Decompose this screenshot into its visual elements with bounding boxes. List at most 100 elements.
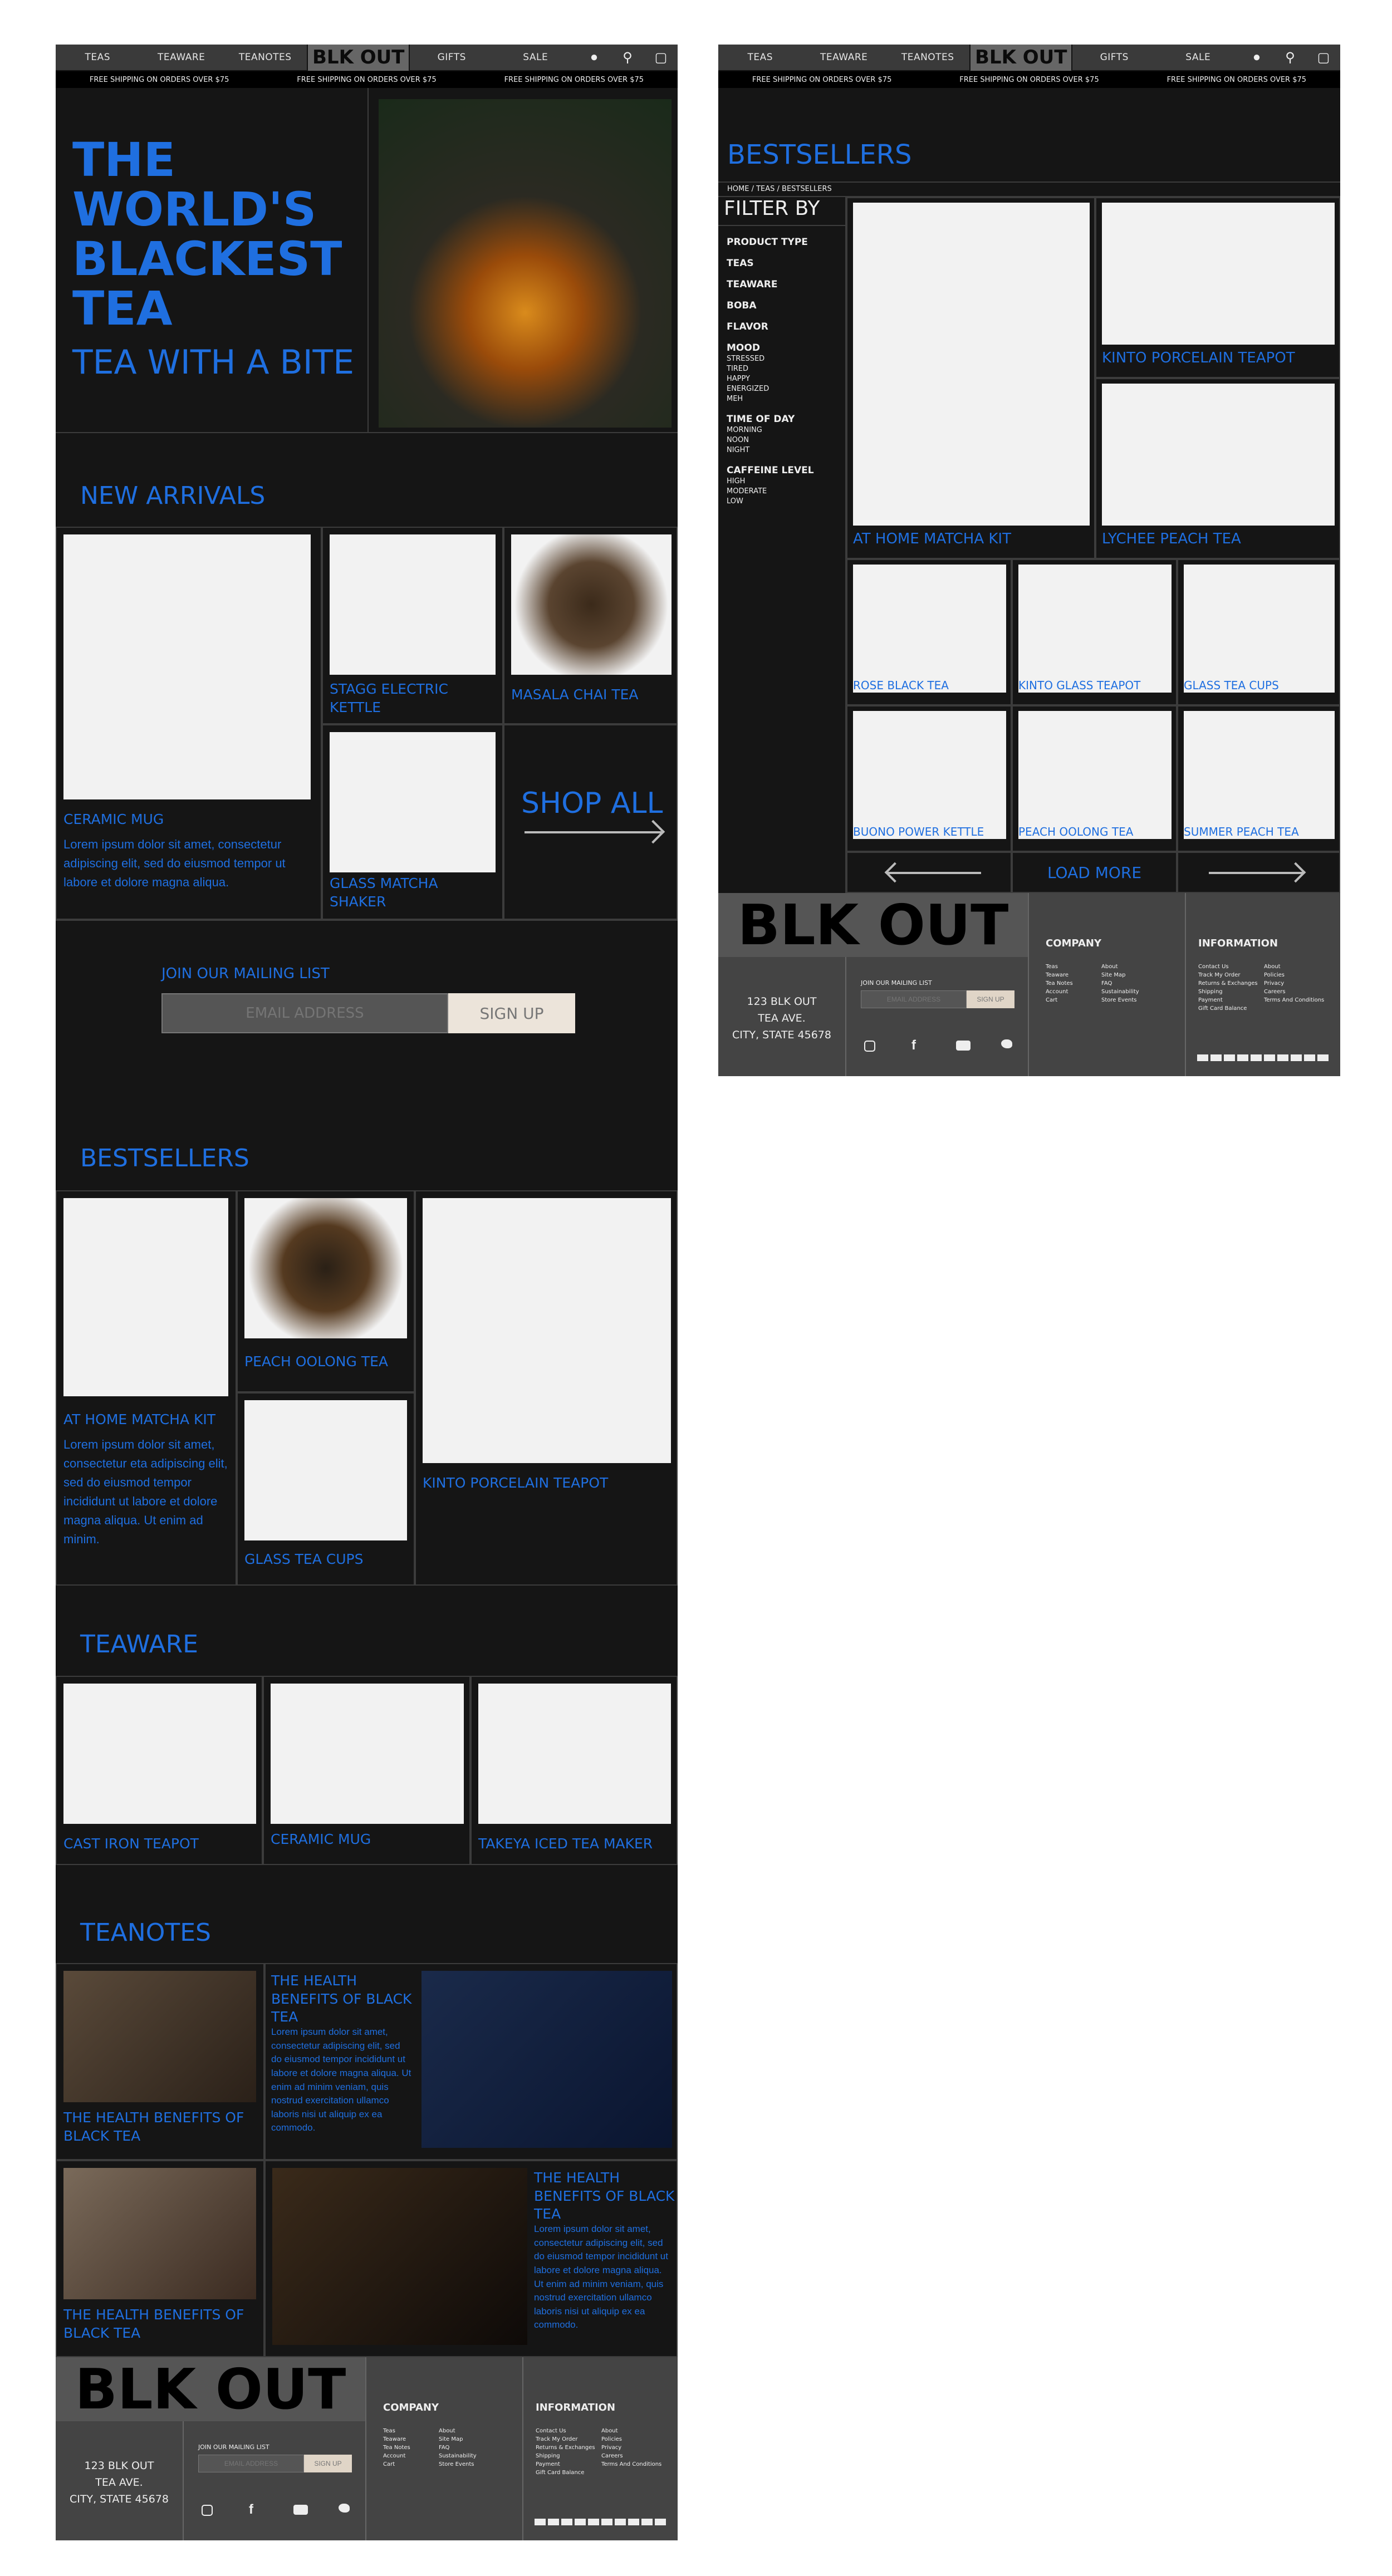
cart-icon[interactable]: ▢	[1307, 50, 1340, 66]
filter-option[interactable]: MODERATE	[727, 487, 844, 497]
nav-sale[interactable]: SALE	[494, 52, 577, 63]
nav-teanotes[interactable]: TEANOTES	[886, 52, 969, 63]
shop-all-link[interactable]: SHOP ALL	[503, 724, 678, 920]
facebook-icon[interactable]: f	[911, 1038, 916, 1053]
product-card[interactable]: TAKEYA ICED TEA MAKER	[470, 1676, 678, 1865]
footer-link[interactable]: Privacy	[1264, 979, 1324, 988]
sign-up-button[interactable]: SIGN UP	[448, 993, 575, 1033]
email-input[interactable]	[161, 993, 448, 1033]
email-input[interactable]	[861, 990, 967, 1008]
footer-link[interactable]: Payment	[1198, 996, 1258, 1004]
product-card[interactable]: BUONO POWER KETTLE	[846, 705, 1012, 852]
footer-link[interactable]: Careers	[601, 2452, 661, 2460]
product-card[interactable]: PEACH OOLONG TEA	[1012, 705, 1177, 852]
footer-link[interactable]: Track My Order	[536, 2435, 595, 2443]
twitter-icon[interactable]	[1001, 1039, 1012, 1048]
nav-gifts[interactable]: GIFTS	[410, 52, 493, 63]
instagram-icon[interactable]	[202, 2505, 213, 2516]
search-icon[interactable]: ⚲	[611, 50, 644, 66]
footer-link[interactable]: Account	[1046, 988, 1073, 996]
article-card[interactable]: THE HEALTH BENEFITS OF BLACK TEA Lorem i…	[264, 1963, 678, 2160]
nav-teaware[interactable]: TEAWARE	[802, 52, 885, 63]
filter-heading[interactable]: MOOD	[727, 342, 844, 354]
footer-link[interactable]: Sustainability	[439, 2452, 477, 2460]
article-card[interactable]: THE HEALTH BENEFITS OF BLACK TEA	[56, 1963, 264, 2160]
footer-link[interactable]: FAQ	[1101, 979, 1139, 988]
footer-link[interactable]: Teas	[383, 2427, 410, 2435]
nav-teas[interactable]: TEAS	[718, 52, 802, 63]
footer-link[interactable]: Tea Notes	[1046, 979, 1073, 988]
sign-up-button[interactable]: SIGN UP	[967, 990, 1014, 1008]
nav-gifts[interactable]: GIFTS	[1072, 52, 1156, 63]
nav-teanotes[interactable]: TEANOTES	[223, 52, 307, 63]
product-card[interactable]: CERAMIC MUG Lorem ipsum dolor sit amet, …	[56, 527, 322, 920]
product-card[interactable]: KINTO GLASS TEAPOT	[1012, 559, 1177, 705]
sign-up-button[interactable]: SIGN UP	[304, 2455, 352, 2472]
footer-link[interactable]: Tea Notes	[383, 2443, 410, 2452]
nav-logo[interactable]: BLK OUT	[969, 45, 1073, 71]
filter-option[interactable]: NIGHT	[727, 445, 844, 455]
product-card[interactable]: KINTO PORCELAIN TEAPOT	[1095, 197, 1340, 378]
youtube-icon[interactable]	[293, 2505, 308, 2515]
product-card[interactable]: MASALA CHAI TEA	[503, 527, 678, 724]
filter-option[interactable]: NOON	[727, 435, 844, 445]
footer-link[interactable]: Payment	[536, 2460, 595, 2469]
filter-heading[interactable]: TIME OF DAY	[727, 413, 844, 425]
product-card[interactable]: AT HOME MATCHA KIT Lorem ipsum dolor sit…	[56, 1190, 237, 1586]
footer-link[interactable]: Teaware	[1046, 971, 1073, 979]
footer-link[interactable]: Sustainability	[1101, 988, 1139, 996]
footer-link[interactable]: Shipping	[1198, 988, 1258, 996]
footer-link[interactable]: Terms And Conditions	[601, 2460, 661, 2469]
footer-link[interactable]: Policies	[1264, 971, 1324, 979]
product-card[interactable]: GLASS TEA CUPS	[237, 1392, 415, 1586]
product-card[interactable]: CERAMIC MUG	[263, 1676, 470, 1865]
footer-link[interactable]: Contact Us	[1198, 963, 1258, 971]
footer-link[interactable]: Teas	[1046, 963, 1073, 971]
filter-option[interactable]: LOW	[727, 497, 844, 507]
filter-option[interactable]: ENERGIZED	[727, 384, 844, 394]
account-icon[interactable]: ●	[577, 50, 611, 65]
filter-option[interactable]: TIRED	[727, 364, 844, 374]
footer-link[interactable]: Store Events	[1101, 996, 1139, 1004]
product-card[interactable]: SUMMER PEACH TEA	[1177, 705, 1340, 852]
footer-link[interactable]: FAQ	[439, 2443, 477, 2452]
footer-link[interactable]: Returns & Exchanges	[1198, 979, 1258, 988]
filter-heading[interactable]: BOBA	[727, 300, 844, 312]
filter-heading[interactable]: PRODUCT TYPE	[727, 236, 844, 248]
filter-option[interactable]: MEH	[727, 394, 844, 404]
filter-heading[interactable]: TEAWARE	[727, 278, 844, 291]
account-icon[interactable]: ●	[1240, 50, 1273, 65]
load-more-button[interactable]: LOAD MORE	[1012, 852, 1177, 893]
nav-teaware[interactable]: TEAWARE	[139, 52, 223, 63]
instagram-icon[interactable]	[864, 1041, 875, 1052]
nav-sale[interactable]: SALE	[1156, 52, 1240, 63]
product-card[interactable]: STAGG ELECTRIC KETTLE	[322, 527, 503, 724]
footer-link[interactable]: Cart	[1046, 996, 1073, 1004]
filter-option[interactable]: HAPPY	[727, 374, 844, 384]
nav-logo[interactable]: BLK OUT	[307, 45, 410, 71]
footer-link[interactable]: Track My Order	[1198, 971, 1258, 979]
product-card[interactable]: KINTO PORCELAIN TEAPOT	[415, 1190, 678, 1586]
footer-link[interactable]: Site Map	[1101, 971, 1139, 979]
filter-option[interactable]: HIGH	[727, 477, 844, 487]
footer-link[interactable]: Site Map	[439, 2435, 477, 2443]
product-card[interactable]: ROSE BLACK TEA	[846, 559, 1012, 705]
prev-page-button[interactable]	[846, 852, 1012, 893]
twitter-icon[interactable]	[339, 2504, 350, 2513]
product-card[interactable]: GLASS TEA CUPS	[1177, 559, 1340, 705]
cart-icon[interactable]: ▢	[644, 50, 678, 66]
product-card[interactable]: CAST IRON TEAPOT	[56, 1676, 263, 1865]
product-card[interactable]: GLASS MATCHA SHAKER	[322, 724, 503, 920]
footer-link[interactable]: Gift Card Balance	[1198, 1004, 1258, 1013]
footer-link[interactable]: Store Events	[439, 2460, 477, 2469]
filter-heading[interactable]: CAFFEINE LEVEL	[727, 464, 844, 477]
filter-heading[interactable]: FLAVOR	[727, 321, 844, 333]
breadcrumb[interactable]: HOME / TEAS / BESTSELLERS	[727, 185, 832, 193]
footer-link[interactable]: Policies	[601, 2435, 661, 2443]
footer-link[interactable]: Shipping	[536, 2452, 595, 2460]
footer-link[interactable]: Gift Card Balance	[536, 2469, 595, 2477]
search-icon[interactable]: ⚲	[1273, 50, 1307, 66]
facebook-icon[interactable]: f	[249, 2502, 253, 2518]
filter-option[interactable]: STRESSED	[727, 354, 844, 364]
footer-link[interactable]: Terms And Conditions	[1264, 996, 1324, 1004]
